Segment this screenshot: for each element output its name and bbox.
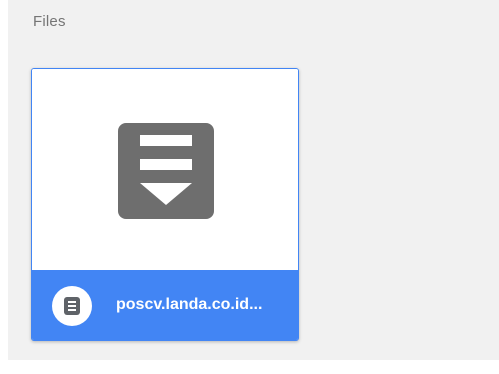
file-footer: poscv.landa.co.id...	[32, 270, 298, 340]
document-icon	[64, 297, 80, 315]
files-panel: Files poscv.landa.co.id...	[8, 0, 499, 360]
file-card[interactable]: poscv.landa.co.id...	[31, 68, 299, 341]
file-name: poscv.landa.co.id...	[116, 296, 263, 313]
section-title: Files	[33, 13, 66, 30]
file-badge	[52, 286, 92, 326]
download-file-icon	[118, 123, 214, 219]
file-preview	[32, 69, 298, 269]
